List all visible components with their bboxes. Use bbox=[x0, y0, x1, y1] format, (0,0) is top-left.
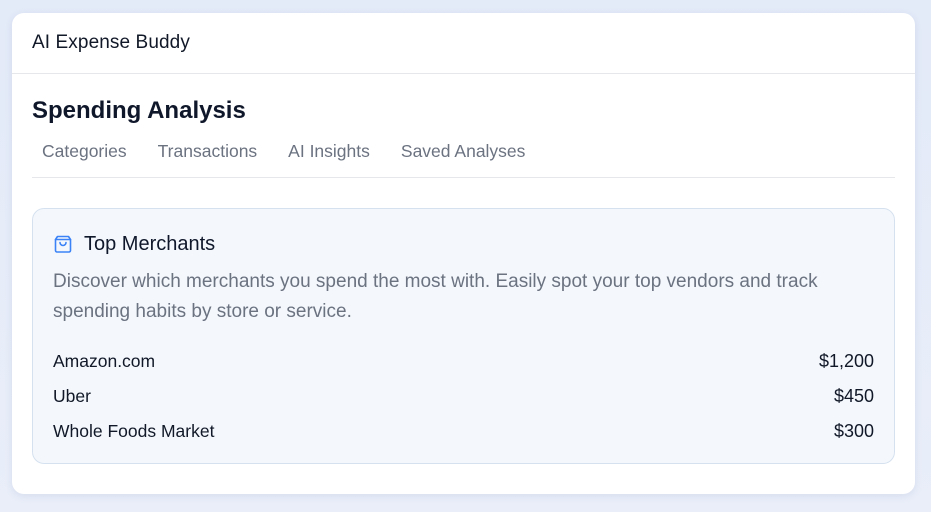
merchant-name: Whole Foods Market bbox=[53, 421, 215, 441]
list-item: Amazon.com $1,200 bbox=[53, 344, 874, 379]
tab-categories[interactable]: Categories bbox=[32, 138, 137, 177]
app-background: AI Expense Buddy Spending Analysis Categ… bbox=[0, 0, 931, 512]
content-area: Spending Analysis Categories Transaction… bbox=[12, 74, 915, 464]
page-title: Spending Analysis bbox=[32, 97, 246, 124]
merchant-amount: $300 bbox=[833, 421, 874, 441]
tab-bar: Categories Transactions AI Insights Save… bbox=[32, 138, 895, 178]
main-card: AI Expense Buddy Spending Analysis Categ… bbox=[12, 13, 915, 494]
panel-title: Top Merchants bbox=[84, 232, 216, 255]
app-title: AI Expense Buddy bbox=[32, 32, 190, 53]
panel-header: Top Merchants bbox=[53, 231, 874, 257]
shopping-bag-icon bbox=[53, 234, 73, 254]
tab-ai-insights[interactable]: AI Insights bbox=[278, 138, 380, 177]
app-header: AI Expense Buddy bbox=[12, 13, 915, 74]
merchant-name: Amazon.com bbox=[53, 351, 156, 371]
merchant-name: Uber bbox=[53, 386, 91, 406]
list-item: Whole Foods Market $300 bbox=[53, 414, 874, 449]
merchant-amount: $1,200 bbox=[818, 351, 874, 371]
merchant-list: Amazon.com $1,200 Uber $450 Whole Foods … bbox=[53, 344, 874, 449]
merchant-amount: $450 bbox=[833, 386, 874, 406]
top-merchants-panel: Top Merchants Discover which merchants y… bbox=[32, 208, 895, 464]
tab-transactions[interactable]: Transactions bbox=[148, 138, 268, 177]
tab-saved-analyses[interactable]: Saved Analyses bbox=[391, 138, 536, 177]
panel-description: Discover which merchants you spend the m… bbox=[53, 271, 818, 322]
list-item: Uber $450 bbox=[53, 379, 874, 414]
